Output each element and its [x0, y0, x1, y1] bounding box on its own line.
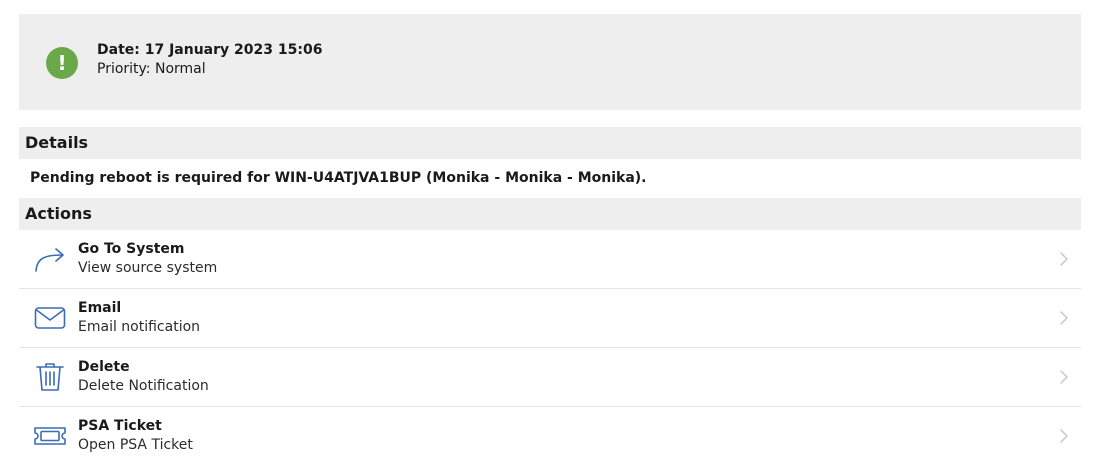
email-action[interactable]: Email Email notification	[19, 289, 1081, 348]
delete-action[interactable]: Delete Delete Notification	[19, 348, 1081, 407]
trash-icon	[36, 363, 64, 391]
actions-list: Go To System View source system Email Em…	[19, 230, 1081, 465]
action-title: Go To System	[78, 241, 185, 257]
ticket-icon	[34, 427, 66, 445]
notification-date: Date: 17 January 2023 15:06	[97, 42, 323, 58]
envelope-icon	[34, 307, 66, 329]
action-subtitle: Delete Notification	[78, 378, 209, 394]
action-title: Email	[78, 300, 122, 316]
chevron-right-icon	[1060, 311, 1068, 325]
go-to-system-action[interactable]: Go To System View source system	[19, 230, 1081, 289]
exclamation-icon: !	[46, 47, 78, 79]
action-subtitle: Email notification	[78, 319, 201, 335]
action-title: PSA Ticket	[78, 418, 162, 434]
psa-ticket-action[interactable]: PSA Ticket Open PSA Ticket	[19, 407, 1081, 465]
share-arrow-icon	[35, 248, 64, 272]
action-title: Delete	[78, 359, 130, 375]
chevron-right-icon	[1060, 252, 1068, 266]
details-heading: Details	[19, 127, 1081, 159]
header-text: Date: 17 January 2023 15:06 Priority: No…	[97, 41, 322, 79]
notification-page: ! Date: 17 January 2023 15:06 Priority: …	[19, 14, 1081, 465]
chevron-right-icon	[1060, 370, 1068, 384]
action-subtitle: View source system	[78, 260, 218, 276]
actions-heading: Actions	[19, 198, 1081, 230]
notification-header: ! Date: 17 January 2023 15:06 Priority: …	[19, 14, 1081, 110]
chevron-right-icon	[1060, 429, 1068, 443]
action-subtitle: Open PSA Ticket	[78, 437, 193, 453]
details-message: Pending reboot is required for WIN-U4ATJ…	[30, 170, 647, 186]
notification-priority: Priority: Normal	[97, 61, 206, 77]
